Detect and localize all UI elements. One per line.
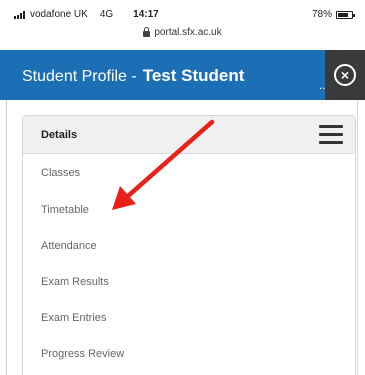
menu-item-exam-entries[interactable]: Exam Entries bbox=[41, 312, 106, 324]
battery-fill bbox=[338, 12, 349, 17]
carrier-label: vodafone UK bbox=[30, 9, 88, 20]
menu-item-attendance[interactable]: Attendance bbox=[41, 240, 97, 252]
student-name: Test Student bbox=[142, 66, 245, 85]
url-text: portal.sfx.ac.uk bbox=[154, 26, 222, 38]
close-button[interactable]: × bbox=[325, 50, 365, 100]
hamburger-menu-icon[interactable] bbox=[319, 125, 343, 145]
menu-item-progress-review[interactable]: Progress Review bbox=[41, 348, 124, 360]
close-icon[interactable]: × bbox=[334, 64, 356, 86]
page-title-label: Student Profile - bbox=[22, 68, 137, 85]
menu-item-exam-results[interactable]: Exam Results bbox=[41, 276, 109, 288]
clock: 14:17 bbox=[133, 9, 159, 20]
details-card: Details Classes Timetable Attendance Exa… bbox=[22, 115, 356, 375]
battery-icon bbox=[336, 10, 355, 19]
frame-divider-right bbox=[357, 100, 358, 375]
status-right: 78% bbox=[311, 9, 355, 20]
url-bar[interactable]: portal.sfx.ac.uk bbox=[0, 25, 365, 39]
card-header: Details bbox=[23, 116, 355, 154]
signal-icon bbox=[14, 10, 26, 19]
status-left: vodafone UK 4G 14:17 bbox=[14, 9, 159, 20]
card-title: Details bbox=[41, 129, 78, 141]
screen: vodafone UK 4G 14:17 78% portal.sfx.ac.u… bbox=[0, 0, 365, 375]
network-label: 4G bbox=[99, 9, 114, 20]
battery-percent: 78% bbox=[311, 9, 332, 20]
page-header: Student Profile - Test Student .. bbox=[0, 50, 365, 100]
frame-divider-left bbox=[6, 100, 7, 375]
lock-icon bbox=[143, 26, 151, 37]
status-bar: vodafone UK 4G 14:17 78% bbox=[0, 0, 365, 22]
menu-item-timetable[interactable]: Timetable bbox=[41, 204, 89, 216]
menu-item-classes[interactable]: Classes bbox=[41, 167, 80, 179]
page-title: Student Profile - Test Student bbox=[22, 66, 244, 86]
